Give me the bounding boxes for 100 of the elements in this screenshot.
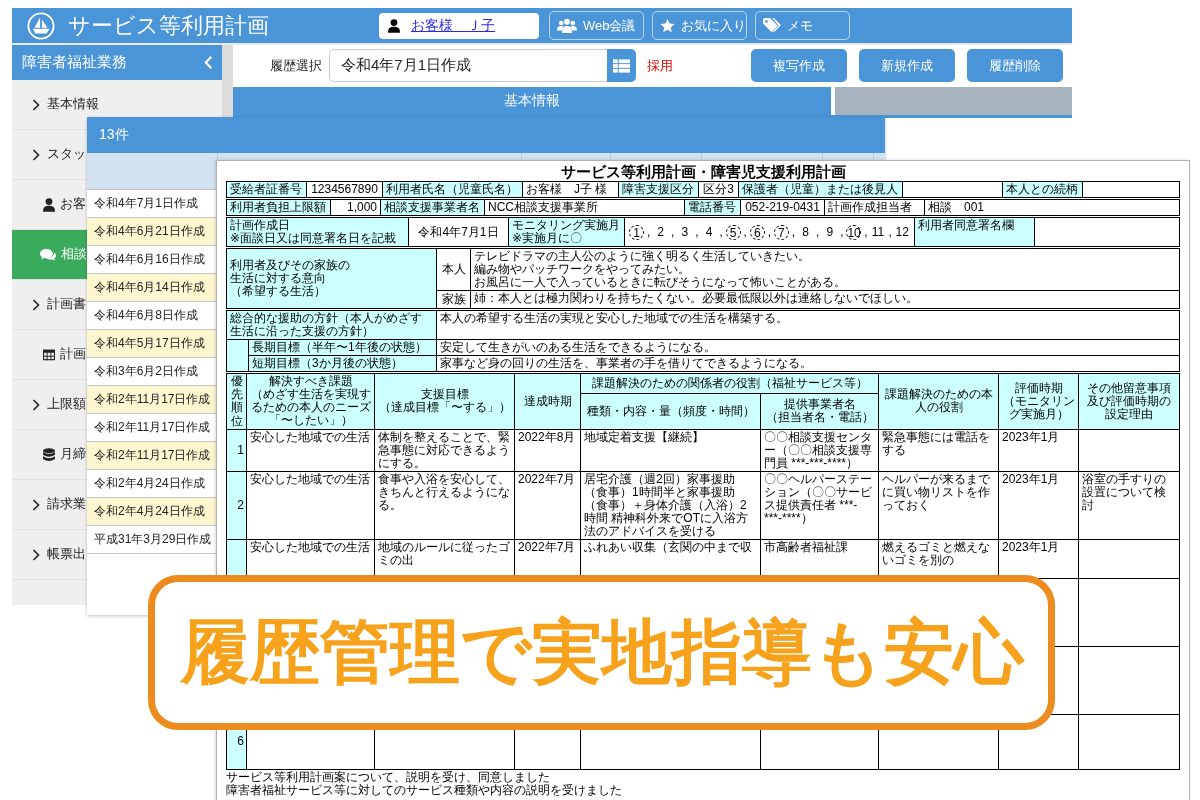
chevron-right-icon — [32, 398, 40, 411]
field-label: 相談支援事業者名 — [381, 200, 485, 216]
field-label: 利用者負担上限額 — [227, 200, 331, 216]
intention-text: 編み物やパッチワークをやってみたい。 — [474, 263, 691, 276]
separator: , — [645, 225, 652, 239]
database-icon — [43, 447, 55, 462]
separator: , — [694, 225, 700, 239]
month-number: 11 — [870, 224, 886, 240]
list-button[interactable] — [607, 49, 636, 82]
history-select-field[interactable]: 令和4年7月1日作成 — [329, 49, 607, 82]
table-cell: 緊急事態には電話をする — [878, 429, 999, 472]
chevron-right-icon — [32, 498, 40, 511]
table-cell: 体制を整えることで、緊急事態に対応できるようにする。 — [374, 429, 515, 472]
table-cell: 2023年1月 — [998, 471, 1079, 540]
table-icon — [43, 347, 55, 362]
promo-banner: 履歴管理で実地指導も安心 — [148, 575, 1055, 730]
ship-logo-icon — [27, 11, 55, 40]
people-icon — [557, 18, 577, 33]
note-text: 障害者福祉サービス等に対してのサービス種類や内容の説明を受けました — [226, 783, 623, 797]
chevron-right-icon — [32, 148, 40, 161]
intention-text: お風呂に一人で入っているときに転びそうになって怖いことがある。 — [474, 276, 847, 289]
separator: , — [887, 225, 893, 239]
field-label: 長期目標（半年〜1年後の状態） — [249, 340, 437, 356]
table-cell: 2022年7月 — [514, 471, 581, 540]
table-cell: 浴室の手すりの設置について検討 — [1078, 471, 1180, 540]
field-value: 家事など身の回りの生活を、事業者の手を借りてできるようになる。 — [437, 356, 1180, 372]
table-cell: 〇〇相談支援センター（〇〇相談支援専門員 ***-***-****） — [760, 429, 879, 472]
table-cell: ヘルパーが来るまでに買い物リストを作っておく — [878, 471, 999, 540]
history-item[interactable]: 令和2年4月24日作成 — [87, 498, 217, 526]
table-cell: 2022年8月 — [514, 429, 581, 472]
column-header: 種類・内容・量（頻度・時間） — [580, 393, 761, 430]
list-icon — [613, 58, 630, 73]
field-label: 電話番号 — [685, 200, 741, 216]
chevron-left-icon — [204, 55, 213, 70]
history-item[interactable]: 令和2年11月17日作成 — [87, 442, 217, 470]
table-cell: 食事や入浴を安心して、きちんと行えるようになる。 — [374, 471, 515, 540]
month-number: 4 — [704, 224, 714, 240]
field-label: 利用者及びその家族の 生活に対する意向 （希望する生活） — [227, 249, 437, 309]
table-cell: 安心した地域での生活 — [246, 471, 375, 540]
column-header: その他留意事項及び評価時期の設定理由 — [1078, 373, 1180, 430]
column-header: 課題解決のための関係者の役割（福祉サービス等） — [580, 373, 879, 394]
person-icon — [43, 197, 55, 212]
month-number: 3 — [680, 224, 690, 240]
column-header: 支援目標 （達成目標「〜する」） — [374, 373, 515, 430]
intention-text: 姉：本人とは極力関わりを持ちたくない。必要最低限以外は連絡しないでほしい。 — [474, 292, 919, 305]
field-label: 計画作成日 ※面談日又は同意署名日を記載 — [227, 218, 409, 247]
field-label: 障害支援区分 — [619, 182, 699, 198]
document-title: サービス等利用計画・障害児支援利用計画 — [559, 163, 847, 180]
field-label: 利用者氏名（児童氏名） — [383, 182, 523, 198]
field-label: 本人との続柄 — [1003, 182, 1083, 198]
column-header: 評価時期 （モニタリング実施月） — [998, 373, 1079, 430]
month-number: 2 — [656, 224, 665, 240]
field-label: 受給者証番号 — [227, 182, 307, 198]
customer-link[interactable]: お客様 Ｊ子 — [411, 16, 495, 35]
separator: , — [839, 225, 845, 239]
column-header: 達成時期 — [514, 373, 581, 430]
field-value: 相談 001 — [925, 200, 1180, 216]
month-number: 9 — [825, 224, 835, 240]
chevron-right-icon — [32, 298, 40, 311]
intention-text: テレビドラマの主人公のように強く明るく生活していきたい。 — [474, 250, 811, 263]
history-item[interactable]: 令和4年6月21日作成 — [87, 218, 217, 246]
history-item[interactable]: 令和4年5月17日作成 — [87, 330, 217, 358]
row-label: 家族 — [437, 291, 471, 309]
history-item[interactable]: 令和4年6月14日作成 — [87, 274, 217, 302]
person-icon — [388, 18, 400, 33]
column-header: 課題解決のための本人の役割 — [878, 373, 999, 430]
separator: , — [742, 225, 748, 239]
sidebar-title: 障害者福祉業務 — [22, 53, 127, 72]
table-cell: 〇〇ヘルパーステーション（〇〇サービス提供責任者 ***-***-****） — [760, 471, 879, 540]
separator: , — [790, 225, 797, 239]
field-value: 本人の希望する生活の実現と安心した地域での生活を構築する。 — [437, 311, 1180, 340]
field-label: 保護者（児童）または後見人 — [739, 182, 903, 198]
field-value: NCC相談支援事業所 — [485, 200, 685, 216]
column-header: 優先順位 — [226, 373, 247, 430]
month-number: 8 — [801, 224, 810, 240]
separator: , — [670, 225, 676, 239]
row-number: 1 — [226, 429, 247, 472]
field-label: 短期目標（3か月後の状態） — [249, 356, 437, 372]
field-value: 安定して生きがいのある生活をできるようになる。 — [437, 340, 1180, 356]
column-header: 解決すべき課題 （めざす生活を実現するための本人のニーズ「〜したい」） — [246, 373, 375, 430]
table-cell: 地域定着支援【継続】 — [580, 429, 761, 472]
separator: , — [766, 225, 773, 239]
row-label: 本人 — [437, 249, 471, 291]
chat-bubbles-icon — [40, 248, 56, 261]
star-icon — [660, 18, 675, 33]
field-label: 利用者同意署名欄 — [915, 218, 1035, 247]
field-value: 052-219-0431 — [741, 200, 825, 216]
history-item[interactable]: 令和2年11月17日作成 — [87, 386, 217, 414]
column-header: 提供事業者名 （担当者名・電話） — [760, 393, 879, 430]
separator: , — [863, 225, 869, 239]
collapse-button[interactable] — [204, 55, 213, 70]
app-title: サービス等利用計画 — [68, 12, 270, 39]
note-text: サービス等利用計画案について、説明を受け、同意しました — [226, 770, 551, 784]
chevron-right-icon — [32, 98, 40, 111]
field-label: 履歴選択 — [270, 56, 322, 75]
separator: , — [815, 225, 821, 239]
field-label: モニタリング実施月 ※実施月に〇 — [509, 218, 625, 247]
chevron-right-icon — [32, 548, 40, 561]
month-number: 12 — [894, 224, 910, 240]
row-number: 2 — [226, 471, 247, 540]
